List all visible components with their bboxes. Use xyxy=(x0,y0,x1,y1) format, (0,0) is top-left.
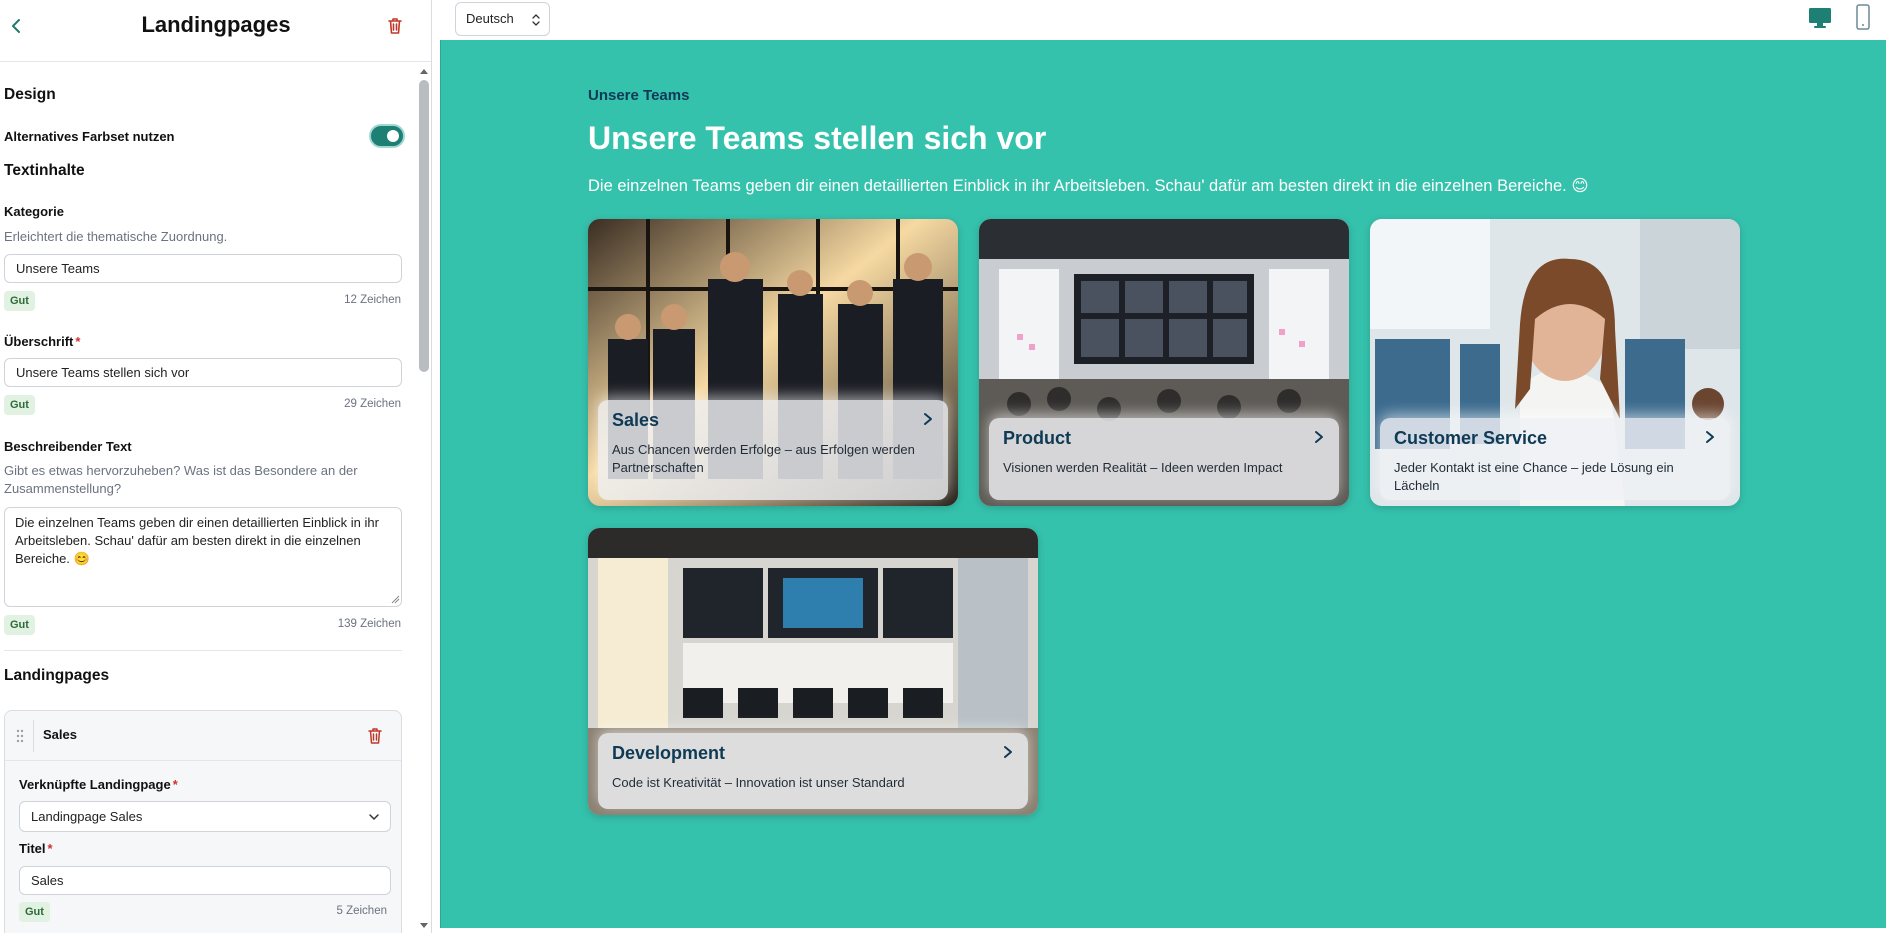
description-label: Beschreibender Text xyxy=(4,439,132,454)
page-title: Landingpages xyxy=(141,12,291,37)
tile-subtitle: Visionen werden Realität – Ideen werden … xyxy=(1003,460,1283,475)
editor-header: Landingpages xyxy=(0,0,431,62)
team-tile-product[interactable]: Product Visionen werden Realität – Ideen… xyxy=(979,219,1349,506)
linked-landingpage-label-text: Verknüpfte Landingpage xyxy=(19,777,171,792)
scroll-down-arrow-icon[interactable] xyxy=(418,921,430,931)
headline-label: Überschrift * xyxy=(4,334,80,349)
tile-title: Development xyxy=(612,743,726,763)
tile-caption: Sales Aus Chancen werden Erfolge – aus E… xyxy=(598,400,948,500)
alt-color-toggle[interactable] xyxy=(371,126,403,146)
chevron-right-icon xyxy=(924,413,932,425)
headline-input[interactable]: Unsere Teams stellen sich vor xyxy=(4,358,402,387)
linked-landingpage-value: Landingpage Sales xyxy=(31,809,143,824)
tile-subtitle: Code ist Kreativität – Innovation ist un… xyxy=(612,775,905,790)
up-down-arrows-icon xyxy=(532,14,540,26)
landingpage-item-card: Sales Verknüpfte Landingpage * Landingpag… xyxy=(4,710,402,933)
item-title-char-count: 5 Zeichen xyxy=(336,905,387,917)
mobile-view-icon[interactable] xyxy=(1856,4,1870,30)
preview-category: Unsere Teams xyxy=(588,87,690,104)
team-tile-customer-service[interactable]: Customer Service Jeder Kontakt ist eine … xyxy=(1370,219,1740,506)
category-quality-badge: Gut xyxy=(4,291,35,311)
landingpage-preview: Unsere Teams Unsere Teams stellen sich v… xyxy=(440,40,1886,928)
chevron-right-icon xyxy=(1004,746,1012,758)
resize-grip-icon[interactable] xyxy=(390,594,400,604)
required-marker: * xyxy=(47,841,53,856)
landingpages-heading: Landingpages xyxy=(4,667,110,684)
item-title-input[interactable]: Sales xyxy=(19,866,391,895)
editor-panel: Landingpages Design Alternatives Farbset… xyxy=(0,0,432,933)
headline-quality-badge: Gut xyxy=(4,395,35,415)
chevron-down-icon xyxy=(369,814,379,820)
trash-icon[interactable] xyxy=(386,16,404,36)
landingpage-item-title: Sales xyxy=(43,727,77,742)
preview-headline: Unsere Teams stellen sich vor xyxy=(588,120,1047,156)
tile-subtitle: Jeder Kontakt ist eine Chance – jede Lös… xyxy=(1394,460,1674,493)
tile-title: Customer Service xyxy=(1394,428,1548,448)
linked-landingpage-select[interactable]: Landingpage Sales xyxy=(19,801,391,832)
linked-landingpage-label: Verknüpfte Landingpage * xyxy=(19,777,178,792)
item-title-label: Titel * xyxy=(19,841,53,856)
team-tile-development[interactable]: Development Code ist Kreativität – Innov… xyxy=(588,528,1038,815)
handle-separator xyxy=(33,720,34,752)
category-input[interactable]: Unsere Teams xyxy=(4,254,402,283)
tile-title: Sales xyxy=(612,410,660,430)
text-content-heading: Textinhalte xyxy=(4,162,85,179)
item-title-label-text: Titel xyxy=(19,841,46,856)
tile-caption: Product Visionen werden Realität – Ideen… xyxy=(989,418,1339,500)
description-help: Gibt es etwas hervorzuheben? Was ist das… xyxy=(4,463,358,496)
category-label: Kategorie xyxy=(4,204,64,219)
landingpage-item-header: Sales xyxy=(5,711,401,761)
description-quality-badge: Gut xyxy=(4,615,35,635)
chevron-right-icon xyxy=(1706,431,1714,443)
required-marker: * xyxy=(172,777,178,792)
scroll-up-arrow-icon[interactable] xyxy=(418,66,430,76)
chevron-right-icon xyxy=(1315,431,1323,443)
description-textarea[interactable]: Die einzelnen Teams geben dir einen deta… xyxy=(4,507,402,607)
scrollbar-thumb[interactable] xyxy=(419,80,429,372)
tile-title: Product xyxy=(1003,428,1072,448)
toggle-knob xyxy=(387,130,399,142)
tile-caption: Development Code ist Kreativität – Innov… xyxy=(598,733,1028,809)
language-select[interactable]: Deutsch xyxy=(455,2,550,36)
team-tile-sales[interactable]: Sales Aus Chancen werden Erfolge – aus E… xyxy=(588,219,958,506)
language-value: Deutsch xyxy=(466,11,514,26)
alt-color-label: Alternatives Farbset nutzen xyxy=(4,129,175,144)
preview-description: Die einzelnen Teams geben dir einen deta… xyxy=(588,177,1589,195)
desktop-view-icon[interactable] xyxy=(1808,6,1832,30)
preview-toolbar xyxy=(440,0,1886,40)
item-title-quality-badge: Gut xyxy=(19,902,50,922)
tile-subtitle: Aus Chancen werden Erfolge – aus Erfolge… xyxy=(612,442,915,475)
description-char-count: 139 Zeichen xyxy=(337,618,401,630)
category-char-count: 12 Zeichen xyxy=(344,294,401,306)
design-heading: Design xyxy=(4,86,56,103)
trash-icon[interactable] xyxy=(367,727,383,745)
required-marker: * xyxy=(75,334,81,349)
drag-handle-icon[interactable] xyxy=(15,728,25,744)
category-help: Erleichtert die thematische Zuordnung. xyxy=(4,229,228,244)
section-divider xyxy=(4,650,402,651)
tile-caption: Customer Service Jeder Kontakt ist eine … xyxy=(1380,418,1730,500)
headline-char-count: 29 Zeichen xyxy=(344,398,401,410)
headline-label-text: Überschrift xyxy=(4,334,74,349)
